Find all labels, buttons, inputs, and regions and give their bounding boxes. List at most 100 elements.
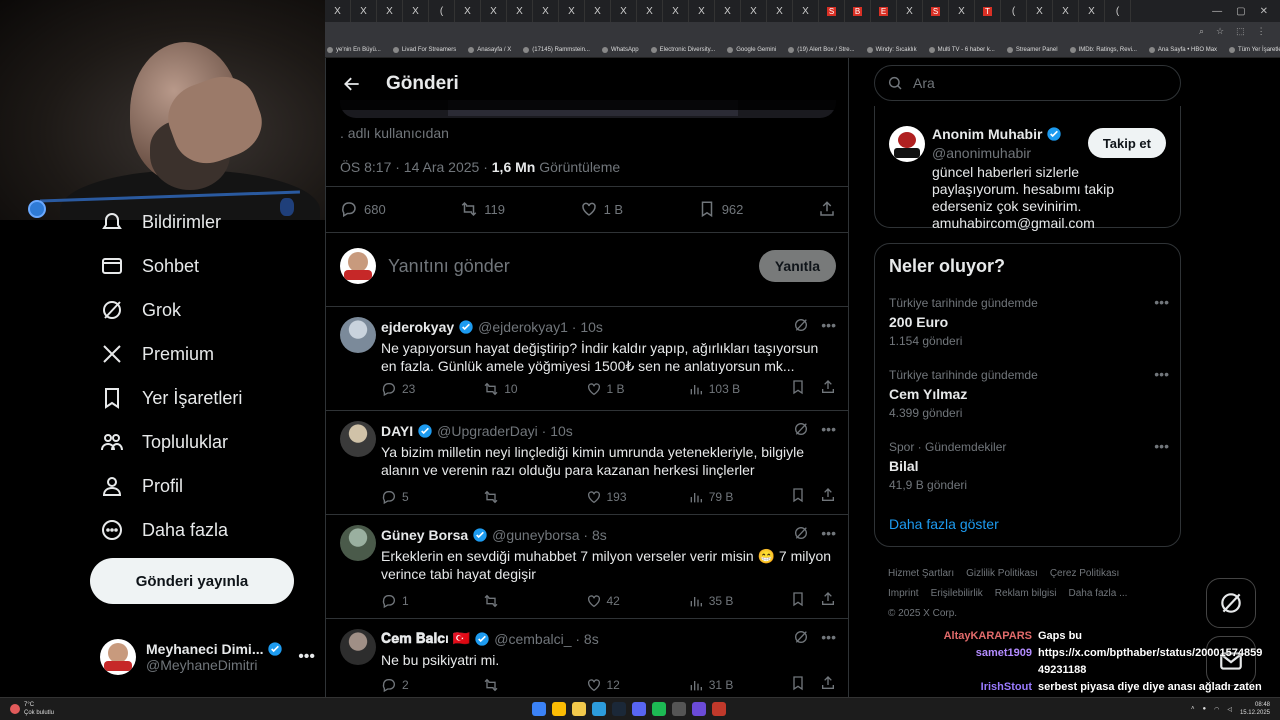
bookmark-button[interactable] [790, 591, 806, 610]
show-more-link[interactable]: Daha fazla göster [889, 516, 999, 532]
bookmark-item[interactable]: Anasayfa / X [468, 46, 511, 53]
browser-tab[interactable]: E [871, 0, 897, 22]
like-stat[interactable]: 1 B [580, 200, 623, 218]
start-icon[interactable] [532, 702, 546, 716]
reply-button[interactable]: Yanıtla [758, 250, 836, 282]
browser-tab[interactable]: X [1053, 0, 1079, 22]
account-switcher[interactable]: Meyhaneci Dimi... @MeyhaneDimitri ••• [100, 632, 315, 682]
bookmark-stat[interactable]: 962 [698, 200, 743, 218]
reply-button[interactable]: 5 [381, 489, 441, 505]
browser-tab[interactable]: X [481, 0, 507, 22]
address-bar[interactable]: ⌕ ☆ ⬚ ⋮ [325, 22, 1280, 42]
steam-icon[interactable] [612, 702, 626, 716]
clock[interactable]: 08:48 15.12.2025 [1240, 701, 1270, 717]
discord-icon[interactable] [632, 702, 646, 716]
footer-link[interactable]: Çerez Politikası [1050, 568, 1119, 579]
browser-tab[interactable]: ( [1001, 0, 1027, 22]
bookmark-item[interactable]: Ana Sayfa • HBO Max [1148, 46, 1217, 53]
more-dots-icon[interactable]: ••• [821, 317, 836, 336]
bookmark-item[interactable]: Streamer Panel [1006, 46, 1058, 53]
reply-item[interactable]: Güney Borsa @guneyborsa · 8s ••• Erkeklerin… [326, 515, 848, 619]
avatar[interactable] [340, 421, 376, 457]
browser-tab[interactable]: X [741, 0, 767, 22]
repost-stat[interactable]: 119 [460, 200, 505, 218]
reply-author-name[interactable]: 𝐂𝐞𝐦 𝐁𝐚𝐥𝐜ı 🇹🇷 [381, 630, 470, 647]
repost-button[interactable]: 10 [483, 381, 543, 397]
browser-tab[interactable]: X [533, 0, 559, 22]
reply-item[interactable]: DAYI @UpgraderDayi · 10s ••• Ya bizim mille… [326, 411, 848, 515]
repost-button[interactable] [483, 593, 543, 609]
reply-button[interactable]: 23 [381, 381, 441, 397]
nav-item-grok[interactable]: Grok [100, 298, 181, 322]
views-button[interactable]: 35 B [688, 593, 748, 609]
reply-author-name[interactable]: DAYI [381, 423, 413, 439]
browser-tab[interactable]: ( [1105, 0, 1131, 22]
grok-explain-button[interactable] [793, 525, 809, 544]
bookmark-button[interactable] [790, 379, 806, 398]
browser-tab[interactable]: X [403, 0, 429, 22]
browser-tab[interactable]: X [1079, 0, 1105, 22]
bookmark-button[interactable] [790, 487, 806, 506]
outlook-icon[interactable] [592, 702, 606, 716]
chrome-icon[interactable] [552, 702, 566, 716]
bookmark-item[interactable]: Google Gemini [727, 46, 776, 53]
like-button[interactable]: 42 [586, 593, 646, 609]
reply-button[interactable]: 1 [381, 593, 441, 609]
avatar[interactable] [340, 525, 376, 561]
bookmark-item[interactable]: ye'nin En Büyü... [327, 46, 381, 53]
grok-fab-button[interactable] [1206, 578, 1256, 628]
browser-tab[interactable]: X [767, 0, 793, 22]
bookmark-item[interactable]: Windy: Sıcaklık [866, 46, 917, 53]
post-button[interactable]: Gönderi yayınla [90, 558, 294, 604]
browser-tab[interactable]: X [325, 0, 351, 22]
browser-tab[interactable]: X [507, 0, 533, 22]
back-arrow-icon[interactable] [342, 74, 362, 94]
footer-link[interactable]: Reklam bilgisi [995, 588, 1057, 599]
repost-button[interactable] [483, 677, 543, 693]
bookmark-item[interactable]: IMDb: Ratings, Revi... [1069, 46, 1137, 53]
browser-tab[interactable]: X [949, 0, 975, 22]
search-input[interactable]: Ara [874, 65, 1181, 101]
like-button[interactable]: 1 B [586, 381, 646, 397]
folder-icon[interactable] [572, 702, 586, 716]
app-icon[interactable] [712, 702, 726, 716]
browser-tab[interactable]: X [377, 0, 403, 22]
avatar[interactable] [340, 629, 376, 665]
post-timestamp[interactable]: ÖS 8:17 · 14 Ara 2025 · [340, 159, 492, 175]
reply-input[interactable]: Yanıtını gönder [388, 256, 510, 277]
browser-tab[interactable]: X [689, 0, 715, 22]
browser-tab[interactable]: X [351, 0, 377, 22]
nav-item-bookmarks[interactable]: Yer İşaretleri [100, 386, 242, 410]
bookmark-item[interactable]: (19) Alert Box / Stre... [788, 46, 855, 53]
more-dots-icon[interactable]: ••• [1154, 438, 1169, 454]
system-tray[interactable]: ˄ ● ◠ ◁ 08:48 15.12.2025 [1191, 701, 1270, 717]
footer-link[interactable]: Hizmet Şartları [888, 568, 954, 579]
views-button[interactable]: 79 B [688, 489, 748, 505]
footer-link[interactable]: Daha fazla ... [1068, 588, 1127, 599]
mic-icon[interactable]: ● [1202, 706, 1206, 712]
trend-item[interactable]: Türkiye tarihinde gündemde 200 Euro 1.15… [889, 294, 1169, 348]
bookmark-item[interactable]: Multi TV - 6 haber k... [928, 46, 995, 53]
taskbar-apps[interactable] [532, 702, 726, 716]
share-button[interactable] [820, 591, 836, 610]
spotify-icon[interactable] [652, 702, 666, 716]
grok-explain-button[interactable] [793, 317, 809, 336]
share-button[interactable] [820, 487, 836, 506]
bookmark-item[interactable]: (17145) Rammstein... [523, 46, 590, 53]
app-icon[interactable] [692, 702, 706, 716]
trend-item[interactable]: Türkiye tarihinde gündemde Cem Yılmaz 4.… [889, 366, 1169, 420]
like-button[interactable]: 193 [586, 489, 646, 505]
app-icon[interactable] [672, 702, 686, 716]
trend-item[interactable]: Spor · Gündemdekiler Bilal 41,9 B gönder… [889, 438, 1169, 492]
browser-tab[interactable]: X [611, 0, 637, 22]
footer-link[interactable]: Erişilebilirlik [931, 588, 983, 599]
wifi-icon[interactable]: ◠ [1214, 706, 1219, 713]
more-dots-icon[interactable]: ••• [1154, 366, 1169, 382]
grok-explain-button[interactable] [793, 421, 809, 440]
weather-widget[interactable]: 7°C Çok bulutlu [10, 701, 54, 717]
volume-icon[interactable]: ◁ [1227, 706, 1232, 713]
browser-tab[interactable]: X [559, 0, 585, 22]
nav-item-chat[interactable]: Sohbet [100, 254, 199, 278]
chevron-up-icon[interactable]: ˄ [1191, 706, 1195, 712]
nav-item-more[interactable]: Daha fazla [100, 518, 228, 542]
